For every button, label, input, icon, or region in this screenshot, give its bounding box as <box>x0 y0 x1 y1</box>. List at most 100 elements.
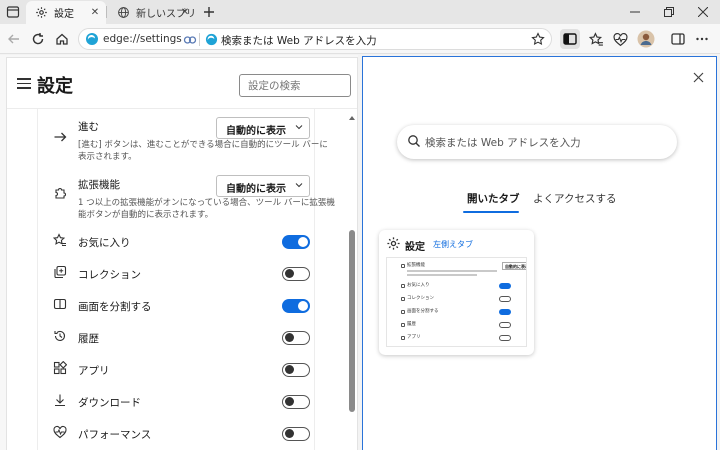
address-bar-row: edge://settings 検索または Web アドレスを入力 <box>0 24 720 54</box>
puzzle-icon <box>52 185 68 201</box>
avatar[interactable] <box>636 29 656 49</box>
thumb-row: 履歴 <box>407 322 416 327</box>
menu-icon[interactable] <box>17 78 31 90</box>
dropdown-value: 自動的に表示 <box>226 126 286 137</box>
more-icon[interactable] <box>692 29 712 49</box>
close-tab-icon[interactable]: ✕ <box>178 5 192 19</box>
setting-label-performance: パフォーマンス <box>78 429 152 441</box>
thumb-toggle <box>499 309 511 315</box>
gear-icon <box>34 6 48 20</box>
thumb-row: アプリ <box>407 335 421 340</box>
thumb-row: 拡張機能 <box>407 263 425 268</box>
new-tab-icon[interactable] <box>200 3 218 21</box>
favorites-icon[interactable] <box>586 29 606 49</box>
collections-toggle[interactable] <box>282 267 310 281</box>
url-divider <box>199 33 200 46</box>
downloads-toggle[interactable] <box>282 395 310 409</box>
split-screen-button[interactable] <box>560 29 580 49</box>
thumb-icon <box>401 264 405 268</box>
page-title: 設定 <box>37 76 73 97</box>
settings-search-input[interactable] <box>239 74 351 97</box>
card-subtitle: 左側えタブ <box>433 240 473 249</box>
apps-toggle[interactable] <box>282 363 310 377</box>
split-screen-toggle[interactable] <box>282 299 310 313</box>
back-icon[interactable] <box>4 29 24 49</box>
new-tab-pane: 検索または Web アドレスを入力 開いたタブ よくアクセスする 設定 左側えタ… <box>362 56 717 450</box>
setting-description: 1 つ以上の拡張機能がオンになっている場合、ツール バーに拡張機能ボタンが自動的… <box>78 198 335 220</box>
scroll-up-icon[interactable] <box>348 114 356 122</box>
extensions-dropdown[interactable]: 自動的に表示 <box>216 175 310 197</box>
tab-strip: 設定 ✕ 新しいスプリ ✕ <box>0 0 720 24</box>
performance-toggle[interactable] <box>282 427 310 441</box>
settings-list-inner: 進む 自動的に表示 [進む] ボタンは、進むことができる場合に自動的にツール バ… <box>37 109 335 450</box>
setting-label-apps: アプリ <box>78 365 110 377</box>
card-title: 設定 <box>405 242 425 253</box>
thumb-line <box>407 274 477 276</box>
thumb-toggle <box>499 322 511 328</box>
history-toggle[interactable] <box>282 331 310 345</box>
heartbeat-icon[interactable] <box>610 29 630 49</box>
star-list-icon <box>52 232 68 248</box>
sidebar-icon[interactable] <box>668 29 688 49</box>
tab-frequently-visited[interactable]: よくアクセスする <box>533 191 616 206</box>
open-tab-card[interactable]: 設定 左側えタブ 拡張機能 自動的に表示 お気に入り コレクション 画面を分割す… <box>379 230 534 355</box>
thumb-icon <box>401 297 405 301</box>
close-pane-icon[interactable] <box>690 69 706 85</box>
url-bar[interactable]: edge://settings 検索または Web アドレスを入力 <box>78 28 552 50</box>
restore-icon[interactable] <box>652 0 686 24</box>
setting-label-history: 履歴 <box>78 333 99 345</box>
settings-card: 設定 進む 自動的に表示 [進む] ボタンは、進むことができる場合に自動的にツー… <box>6 57 358 450</box>
collections-icon <box>52 264 68 280</box>
setting-label-split-screen: 画面を分割する <box>78 301 152 313</box>
split-link-icon[interactable] <box>183 33 197 50</box>
ntp-search-box[interactable]: 検索または Web アドレスを入力 <box>397 125 677 159</box>
home-icon[interactable] <box>52 29 72 49</box>
history-icon <box>52 328 68 344</box>
split-screen-icon <box>52 296 68 312</box>
refresh-icon[interactable] <box>28 29 48 49</box>
dropdown-value: 自動的に表示 <box>226 184 286 195</box>
settings-pane: 設定 進む 自動的に表示 [進む] ボタンは、進むことができる場合に自動的にツー… <box>0 55 358 450</box>
setting-description: [進む] ボタンは、進むことができる場合に自動的にツール バーに表示されます。 <box>78 140 328 162</box>
thumb-icon <box>401 323 405 327</box>
favorites-toggle[interactable] <box>282 235 310 249</box>
tab-settings[interactable]: 設定 ✕ <box>26 1 106 24</box>
setting-label-extensions: 拡張機能 <box>78 179 120 191</box>
thumb-icon <box>401 284 405 288</box>
thumb-toggle <box>499 335 511 341</box>
thumb-icon <box>401 310 405 314</box>
tab-open-tabs[interactable]: 開いたタブ <box>467 191 520 206</box>
tab-actions-icon[interactable] <box>4 3 22 21</box>
thumb-row: お気に入り <box>407 283 430 288</box>
chevron-down-icon <box>295 181 303 192</box>
tab-new-split[interactable]: 新しいスプリ ✕ <box>108 1 196 24</box>
thumb-row: コレクション <box>407 296 434 301</box>
tab-separator <box>106 6 107 18</box>
globe-icon <box>116 6 130 20</box>
thumb-line <box>407 270 497 272</box>
setting-label-downloads: ダウンロード <box>78 397 141 409</box>
chevron-down-icon <box>295 123 303 134</box>
split-search-text: 検索または Web アドレスを入力 <box>221 35 377 47</box>
url-text: edge://settings <box>103 33 182 45</box>
minimize-icon[interactable] <box>618 0 652 24</box>
forward-dropdown[interactable]: 自動的に表示 <box>216 117 310 139</box>
scrollbar-thumb[interactable] <box>349 230 355 412</box>
tab-thumbnail: 拡張機能 自動的に表示 お気に入り コレクション 画面を分割する 履歴 アプリ <box>386 257 527 347</box>
edge-logo-icon <box>205 33 218 49</box>
search-icon <box>407 134 421 151</box>
heartbeat-icon <box>52 424 68 440</box>
setting-label-forward: 進む <box>78 121 99 133</box>
settings-list: 進む 自動的に表示 [進む] ボタンは、進むことができる場合に自動的にツール バ… <box>7 109 347 450</box>
edge-logo-icon <box>85 32 99 49</box>
arrow-right-icon <box>52 129 68 145</box>
thumb-icon <box>401 336 405 340</box>
gear-icon <box>386 236 401 254</box>
tab-title: 設定 <box>54 9 74 20</box>
close-tab-icon[interactable]: ✕ <box>88 5 102 19</box>
download-icon <box>52 392 68 408</box>
thumb-dropdown: 自動的に表示 <box>502 262 526 270</box>
scrollbar[interactable] <box>348 114 356 450</box>
favorite-star-icon[interactable] <box>531 32 545 49</box>
close-window-icon[interactable] <box>686 0 720 24</box>
